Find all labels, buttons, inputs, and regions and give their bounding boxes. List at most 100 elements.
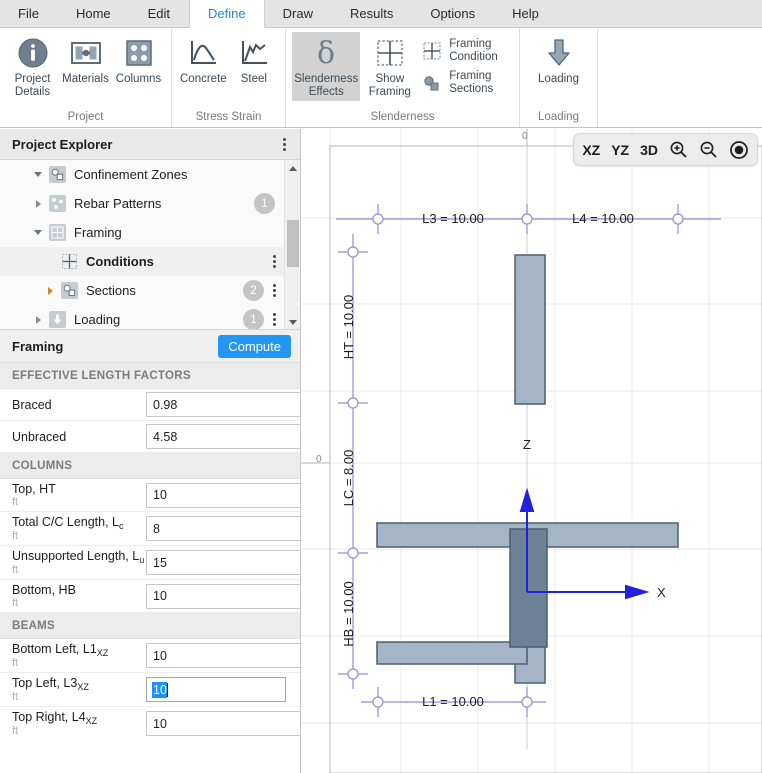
project-tree: Confinement Zones Rebar Patterns 1 [0, 160, 300, 330]
scrollbar-thumb[interactable] [287, 220, 299, 267]
zoom-in-icon[interactable] [669, 140, 688, 159]
framing-sections-button[interactable]: Framing Sections [419, 68, 513, 98]
framing-condition-icon [421, 40, 443, 62]
concrete-label: Concrete [180, 73, 227, 86]
show-framing-label-1: Show [375, 73, 404, 86]
materials-button[interactable]: Materials [59, 32, 112, 88]
tree-label-rebar-patterns: Rebar Patterns [68, 196, 254, 211]
chevron-down-icon[interactable] [30, 172, 46, 177]
chevron-right-icon[interactable] [30, 316, 46, 324]
tree-item-conditions[interactable]: Conditions [0, 247, 284, 276]
unsupported-length-input[interactable] [146, 550, 300, 575]
project-details-button[interactable]: Project Details [6, 32, 59, 101]
menu-item-file[interactable]: File [0, 0, 58, 27]
label-unsupported-length: Unsupported Length, L [12, 549, 139, 563]
framing-grid-icon [374, 36, 406, 70]
framing-diagram-svg[interactable]: Z X L3 = 10.00 L4 = 10.00 L1 = 10.00 HT … [301, 129, 762, 773]
project-explorer-title: Project Explorer [12, 137, 279, 152]
menu-item-results[interactable]: Results [332, 0, 412, 27]
scroll-down-icon[interactable] [285, 314, 300, 330]
down-arrow-icon [544, 36, 574, 70]
tree-menu-loading-icon[interactable] [269, 311, 280, 328]
columns-button[interactable]: Columns [112, 32, 165, 88]
unbraced-input[interactable] [146, 424, 300, 449]
chevron-right-icon[interactable] [30, 200, 46, 208]
label-top-ht: Top, HT [12, 482, 56, 496]
bottom-hb-input[interactable] [146, 584, 300, 609]
slenderness-effects-button[interactable]: δ Slenderness Effects [292, 32, 360, 101]
menu-item-home[interactable]: Home [58, 0, 130, 27]
tree-menu-sections-icon[interactable] [269, 282, 280, 299]
properties-header: Framing Compute [0, 330, 300, 363]
steel-curve-icon [238, 36, 270, 70]
framing-sections-label-2: Sections [449, 83, 493, 96]
menu-item-options[interactable]: Options [412, 0, 494, 27]
total-cc-length-input[interactable] [146, 516, 300, 541]
menu-item-help[interactable]: Help [494, 0, 558, 27]
framing-viewport[interactable]: Z X L3 = 10.00 L4 = 10.00 L1 = 10.00 HT … [301, 129, 762, 773]
ruler-origin-left: 0 [316, 454, 322, 465]
sub-unsupported-length: u [139, 555, 144, 565]
field-row-top-right-l4: Top Right, L4XZ ft [0, 707, 300, 740]
tree-label-loading: Loading [68, 312, 243, 327]
materials-icon [69, 36, 103, 70]
label-top-right-l4: Top Right, L4 [12, 710, 86, 724]
ribbon-group-loading-title: Loading [520, 108, 597, 127]
axis-x-label: X [657, 585, 666, 600]
ribbon-filler [598, 28, 762, 127]
tree-item-loading[interactable]: Loading 1 [0, 305, 284, 330]
top-left-l3-input[interactable]: 10 [146, 677, 286, 702]
menu-item-edit[interactable]: Edit [130, 0, 189, 27]
unit-top-right-l4: ft [12, 725, 146, 737]
top-right-l4-input[interactable] [146, 711, 300, 736]
project-details-label-2: Details [15, 86, 50, 99]
chevron-right-icon[interactable] [42, 287, 58, 295]
framing-condition-button[interactable]: Framing Condition [419, 36, 513, 66]
sub-top-left-l3: XZ [77, 682, 89, 692]
columns-icon [122, 36, 156, 70]
info-circle-icon [16, 36, 50, 70]
tree-scrollbar[interactable] [284, 160, 300, 330]
field-row-top-left-l3: Top Left, L3XZ ft 10 [0, 673, 300, 707]
rebar-patterns-icon [46, 195, 68, 212]
menu-item-draw[interactable]: Draw [265, 0, 332, 27]
tree-item-rebar-patterns[interactable]: Rebar Patterns 1 [0, 189, 284, 218]
zoom-fit-icon[interactable] [729, 140, 749, 160]
project-explorer-menu-icon[interactable] [279, 136, 290, 153]
view-yz-button[interactable]: YZ [611, 142, 629, 158]
tree-menu-conditions-icon[interactable] [269, 253, 280, 270]
concrete-button[interactable]: Concrete [178, 32, 229, 88]
bottom-left-l1-input[interactable] [146, 643, 300, 668]
dim-label-ht: HT = 10.00 [341, 295, 356, 359]
top-ht-input[interactable] [146, 483, 300, 508]
tree-item-framing[interactable]: Framing [0, 218, 284, 247]
zoom-out-icon[interactable] [699, 140, 718, 159]
show-framing-button[interactable]: Show Framing [360, 32, 419, 101]
slenderness-effects-label-2: Effects [309, 86, 344, 99]
materials-label: Materials [62, 73, 109, 86]
view-xz-button[interactable]: XZ [582, 142, 600, 158]
menu-item-define[interactable]: Define [189, 0, 265, 28]
ruler-origin-top: 0 [522, 131, 528, 142]
chevron-down-icon[interactable] [30, 230, 46, 235]
ribbon-group-stress-strain-title: Stress Strain [172, 108, 285, 127]
compute-button[interactable]: Compute [218, 335, 291, 358]
braced-input[interactable] [146, 392, 300, 417]
section-columns: COLUMNS [0, 453, 300, 479]
tree-item-confinement-zones[interactable]: Confinement Zones [0, 160, 284, 189]
sub-top-right-l4: XZ [86, 716, 98, 726]
scroll-up-icon[interactable] [285, 160, 300, 176]
sections-icon [58, 282, 80, 299]
view-3d-button[interactable]: 3D [640, 142, 658, 158]
field-row-unbraced: Unbraced [0, 421, 300, 453]
tree-badge-sections: 2 [243, 280, 264, 301]
loading-label: Loading [538, 73, 579, 86]
tree-item-sections[interactable]: Sections 2 [0, 276, 284, 305]
framing-condition-label-2: Condition [449, 51, 498, 64]
ribbon-group-project: Project Details Materials [0, 28, 172, 127]
field-row-top-ht: Top, HT ft [0, 479, 300, 512]
dim-label-l1: L1 = 10.00 [422, 694, 484, 709]
steel-button[interactable]: Steel [229, 32, 279, 88]
loading-button[interactable]: Loading [528, 32, 590, 88]
menu-bar: File Home Edit Define Draw Results Optio… [0, 0, 762, 28]
